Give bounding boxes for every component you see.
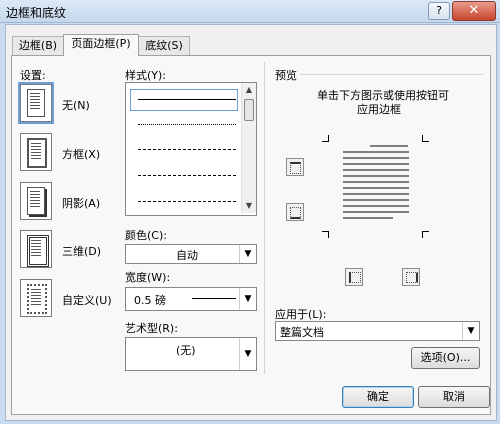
border-bottom-icon — [290, 207, 301, 219]
apply-to-select[interactable]: 整篇文档 ▼ — [275, 321, 480, 341]
color-value: 自动 — [176, 249, 198, 262]
page-3d-icon — [27, 235, 49, 267]
text-line — [343, 205, 409, 207]
close-button[interactable]: ✕ — [452, 1, 496, 21]
style-scrollbar[interactable]: ▲ ▼ — [241, 83, 256, 213]
width-label: 宽度(W): — [125, 271, 171, 284]
apply-to-value: 整篇文档 — [280, 326, 324, 339]
text-line — [343, 181, 409, 183]
style-solid-line[interactable] — [138, 99, 236, 100]
text-line — [343, 151, 409, 153]
text-line — [343, 217, 393, 219]
tab-shading[interactable]: 底纹(S) — [138, 36, 190, 55]
text-line — [343, 175, 409, 177]
border-right-icon — [406, 272, 418, 283]
style-dashed-line[interactable] — [138, 149, 236, 150]
border-bottom-button[interactable] — [286, 203, 304, 221]
art-select[interactable]: (无) ▼ — [125, 337, 257, 371]
art-value: (无) — [176, 344, 196, 357]
chevron-down-icon[interactable]: ▼ — [239, 288, 256, 310]
setting-custom-label: 自定义(U) — [62, 294, 112, 307]
corner-mark — [422, 231, 429, 238]
ok-button[interactable]: 确定 — [342, 386, 414, 408]
corner-mark — [322, 231, 329, 238]
setting-none-label: 无(N) — [62, 99, 90, 112]
tab-borders[interactable]: 边框(B) — [12, 36, 64, 55]
page-box-icon — [27, 138, 47, 168]
text-line — [343, 193, 409, 195]
color-label: 颜色(C): — [125, 229, 167, 242]
border-top-button[interactable] — [286, 158, 304, 176]
setting-custom-button[interactable] — [20, 279, 52, 317]
setting-shadow-button[interactable] — [20, 182, 52, 220]
text-line — [343, 199, 409, 201]
text-line — [343, 169, 409, 171]
color-select[interactable]: 自动 ▼ — [125, 244, 257, 264]
style-dashdot-line[interactable] — [138, 201, 236, 202]
width-value: 0.5 磅 — [134, 294, 166, 307]
chevron-down-icon[interactable]: ▼ — [239, 245, 256, 263]
title-bar: 边框和底纹 ? ✕ — [0, 0, 500, 23]
scroll-thumb[interactable] — [244, 99, 254, 121]
help-button[interactable]: ? — [428, 2, 450, 20]
options-button[interactable]: 选项(O)... — [411, 347, 480, 369]
preview-diagram[interactable] — [285, 135, 435, 245]
apply-to-label: 应用于(L): — [275, 308, 327, 321]
setting-3d-button[interactable] — [20, 230, 52, 268]
setting-box-label: 方框(X) — [62, 148, 101, 161]
tab-page-border[interactable]: 页面边框(P) — [63, 34, 139, 56]
corner-mark — [322, 135, 329, 142]
chevron-down-icon[interactable]: ▼ — [462, 322, 479, 340]
column-divider — [264, 62, 265, 374]
border-left-button[interactable] — [345, 268, 363, 286]
width-select[interactable]: 0.5 磅 ▼ — [125, 287, 257, 311]
setting-3d-label: 三维(D) — [62, 245, 102, 258]
scroll-up-icon[interactable]: ▲ — [244, 85, 254, 95]
style-selected-item[interactable] — [130, 89, 238, 111]
style-dotted-line[interactable] — [138, 124, 236, 125]
text-line — [343, 211, 409, 213]
page-shadow-icon — [27, 187, 45, 215]
chevron-down-icon[interactable]: ▼ — [239, 338, 256, 370]
width-line-sample — [192, 298, 236, 299]
preview-title: 预览 — [275, 69, 297, 82]
text-line — [370, 145, 408, 147]
border-right-button[interactable] — [402, 268, 420, 286]
window-title: 边框和底纹 — [6, 6, 67, 20]
scroll-down-icon[interactable]: ▼ — [244, 201, 254, 211]
text-line — [343, 157, 409, 159]
cancel-button[interactable]: 取消 — [418, 386, 490, 408]
setting-none-button[interactable] — [18, 82, 54, 124]
style-title: 样式(Y): — [125, 69, 167, 82]
style-dash-line[interactable] — [138, 175, 236, 176]
corner-mark — [422, 135, 429, 142]
preview-rule — [300, 74, 483, 75]
text-line — [343, 163, 409, 165]
setting-box-button[interactable] — [20, 133, 52, 171]
page-custom-icon — [27, 284, 47, 314]
preview-hint-line2: 应用边框 — [357, 103, 401, 116]
text-line — [343, 187, 409, 189]
page-none-icon — [27, 89, 45, 117]
border-top-icon — [290, 162, 301, 174]
settings-title: 设置: — [20, 69, 46, 82]
border-left-icon — [349, 272, 361, 283]
art-label: 艺术型(R): — [125, 322, 178, 335]
style-listbox[interactable]: ▲ ▼ — [125, 82, 257, 216]
setting-shadow-label: 阴影(A) — [62, 197, 101, 210]
